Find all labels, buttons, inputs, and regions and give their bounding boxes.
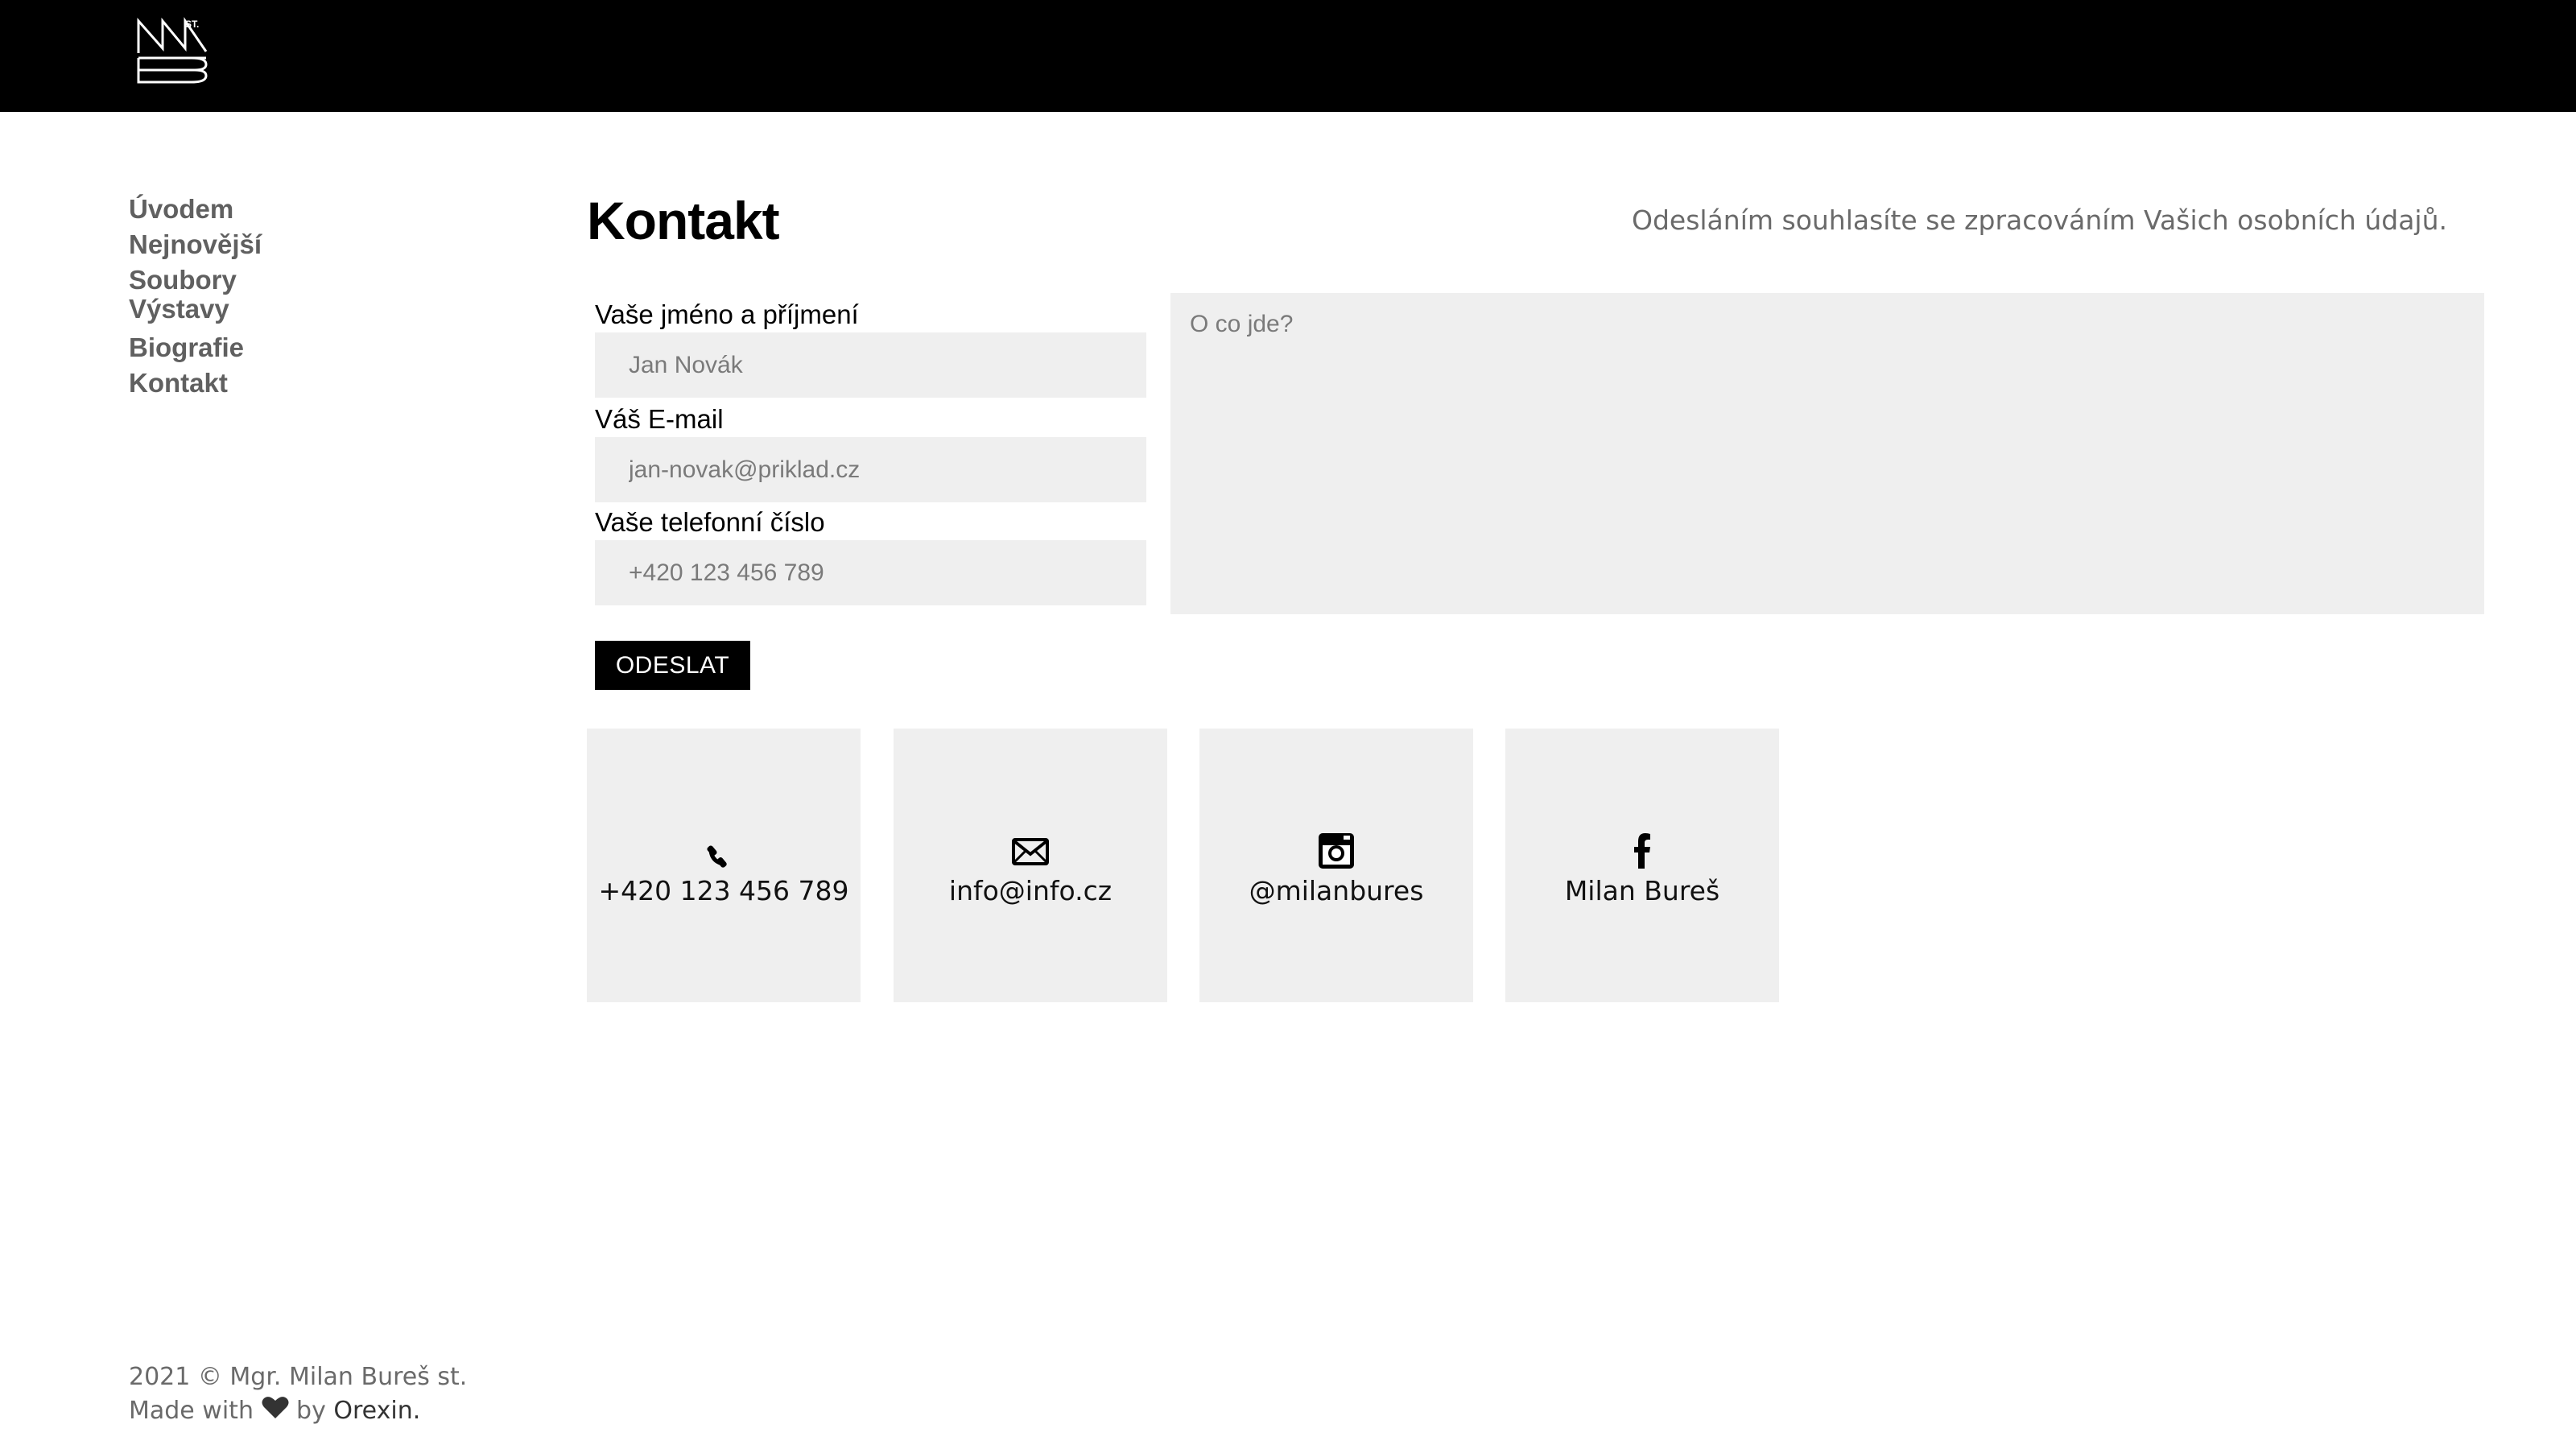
contact-card-phone[interactable]: +420 123 456 789 [587, 729, 861, 1002]
nav-item-soubory[interactable]: Soubory [129, 262, 451, 295]
author-link[interactable]: Orexin. [333, 1397, 420, 1425]
facebook-icon [1623, 832, 1662, 870]
copyright-text: 2021 © Mgr. Milan Bureš st. [129, 1363, 468, 1391]
envelope-icon [1011, 832, 1050, 870]
instagram-icon [1317, 832, 1356, 870]
email-label: Váš E-mail [595, 404, 724, 434]
contact-card-phone-text: +420 123 456 789 [598, 874, 849, 906]
submit-button[interactable]: ODESLAT [595, 641, 750, 690]
made-with-by: by [296, 1397, 326, 1425]
email-input[interactable] [595, 437, 1146, 502]
nav-item-vystavy[interactable]: Výstavy [129, 295, 451, 330]
made-with-prefix: Made with [129, 1397, 254, 1425]
contact-card-email[interactable]: info@info.cz [894, 729, 1167, 1002]
contact-card-facebook-text: Milan Bureš [1564, 874, 1720, 906]
contact-card-instagram[interactable]: @milanbures [1199, 729, 1473, 1002]
page-title: Kontakt [587, 191, 780, 250]
contact-card-facebook[interactable]: Milan Bureš [1505, 729, 1779, 1002]
logo-icon: ST. [137, 17, 208, 84]
phone-input[interactable] [595, 540, 1146, 605]
site-footer: 2021 © Mgr. Milan Bureš st. Made with by… [129, 1360, 467, 1429]
name-input[interactable] [595, 332, 1146, 398]
nav-item-uvodem[interactable]: Úvodem [129, 192, 451, 227]
name-label: Vaše jméno a příjmení [595, 299, 859, 329]
site-logo[interactable]: ST. [135, 16, 209, 85]
heart-icon [262, 1395, 289, 1429]
made-with-line: Made with by Orexin. [129, 1394, 467, 1429]
nav-item-kontakt[interactable]: Kontakt [129, 365, 451, 401]
nav-item-biografie[interactable]: Biografie [129, 330, 451, 365]
contact-card-email-text: info@info.cz [948, 874, 1113, 906]
top-bar: ST. [0, 0, 2576, 112]
phone-label: Vaše telefonní číslo [595, 507, 825, 537]
phone-icon [704, 832, 743, 870]
svg-text:ST.: ST. [185, 19, 199, 30]
nav-item-nejnovejsi[interactable]: Nejnovější [129, 227, 451, 262]
side-navigation: Úvodem Nejnovější Soubory Výstavy Biogra… [129, 192, 451, 401]
contact-card-instagram-text: @milanbures [1249, 874, 1424, 906]
consent-notice: Odesláním souhlasíte se zpracováním Vaši… [1631, 204, 2447, 236]
message-textarea[interactable] [1170, 293, 2484, 614]
